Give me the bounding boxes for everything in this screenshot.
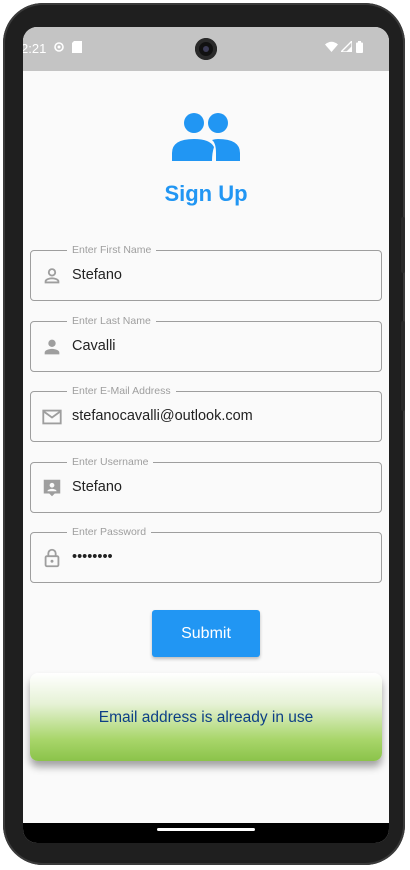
password-field[interactable]: Enter Password ••••••••: [30, 525, 382, 583]
status-bar: 2:21: [23, 27, 389, 71]
password-label: Enter Password: [67, 525, 152, 539]
mail-icon: [42, 409, 62, 425]
first-name-field[interactable]: Enter First Name Stefano: [30, 243, 382, 301]
volume-button: [401, 217, 405, 273]
settings-status-icon: [53, 41, 65, 56]
last-name-field[interactable]: Enter Last Name Cavalli: [30, 314, 382, 372]
password-value: ••••••••: [72, 549, 113, 565]
snackbar-message: Email address is already in use: [98, 709, 314, 726]
username-value: Stefano: [72, 479, 122, 495]
lock-icon: [44, 548, 60, 568]
email-value: stefanocavalli@outlook.com: [72, 408, 253, 424]
sd-card-icon: [72, 41, 82, 56]
email-field[interactable]: Enter E-Mail Address stefanocavalli@outl…: [30, 384, 382, 442]
front-camera: [195, 38, 217, 60]
page-title: Sign Up: [164, 181, 248, 206]
person-icon: [44, 339, 60, 355]
first-name-label: Enter First Name: [67, 243, 157, 257]
email-label: Enter E-Mail Address: [67, 384, 176, 398]
status-time: 2:21: [23, 41, 47, 56]
error-snackbar: Email address is already in use: [30, 673, 382, 761]
navigation-bar: [23, 823, 389, 843]
battery-icon: [356, 41, 363, 56]
contact-card-icon: [43, 479, 61, 497]
last-name-label: Enter Last Name: [67, 314, 156, 328]
first-name-value: Stefano: [72, 267, 122, 283]
username-label: Enter Username: [67, 455, 154, 469]
submit-button[interactable]: Submit: [152, 610, 260, 657]
username-field[interactable]: Enter Username Stefano: [30, 455, 382, 513]
signal-icon: [339, 39, 353, 55]
home-gesture-bar[interactable]: [157, 828, 255, 831]
wifi-icon: [325, 41, 338, 55]
group-icon: [172, 113, 240, 161]
screen: 2:21 Sign Up Enter First Name Stefano En…: [23, 27, 389, 843]
person-outline-icon: [44, 268, 60, 284]
power-button: [401, 321, 405, 411]
last-name-value: Cavalli: [72, 338, 116, 354]
phone-frame: 2:21 Sign Up Enter First Name Stefano En…: [3, 3, 405, 865]
